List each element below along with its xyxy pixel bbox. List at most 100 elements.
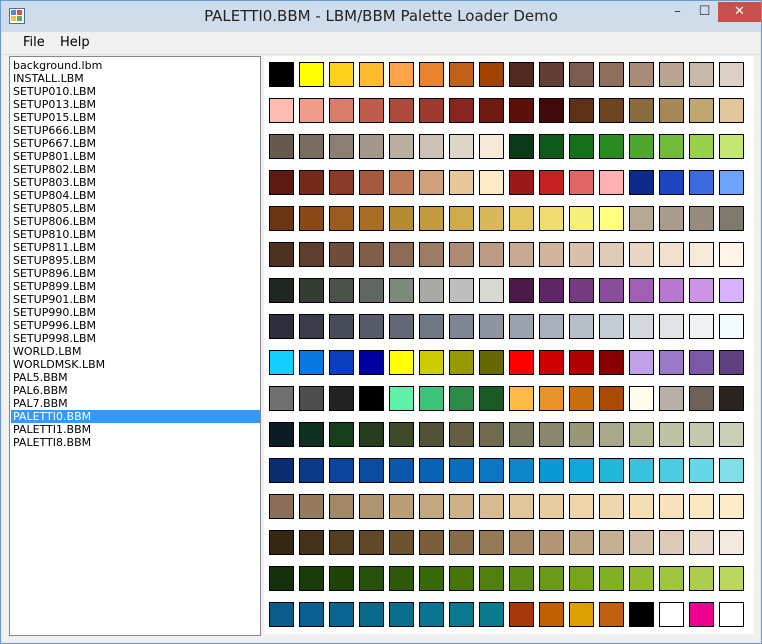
palette-swatch[interactable] [419, 386, 444, 411]
palette-swatch[interactable] [599, 98, 624, 123]
list-item[interactable]: WORLDMSK.LBM [11, 358, 260, 371]
palette-swatch[interactable] [689, 350, 714, 375]
palette-swatch[interactable] [359, 278, 384, 303]
palette-swatch[interactable] [689, 62, 714, 87]
palette-swatch[interactable] [389, 134, 414, 159]
palette-swatch[interactable] [419, 602, 444, 627]
palette-swatch[interactable] [449, 566, 474, 591]
palette-swatch[interactable] [509, 602, 534, 627]
palette-swatch[interactable] [419, 134, 444, 159]
palette-swatch[interactable] [569, 602, 594, 627]
palette-swatch[interactable] [269, 98, 294, 123]
palette-swatch[interactable] [599, 242, 624, 267]
palette-swatch[interactable] [389, 278, 414, 303]
palette-swatch[interactable] [269, 278, 294, 303]
palette-swatch[interactable] [599, 314, 624, 339]
palette-swatch[interactable] [389, 350, 414, 375]
palette-swatch[interactable] [389, 458, 414, 483]
palette-swatch[interactable] [539, 242, 564, 267]
palette-swatch[interactable] [689, 242, 714, 267]
palette-swatch[interactable] [719, 242, 744, 267]
palette-swatch[interactable] [719, 170, 744, 195]
palette-swatch[interactable] [659, 170, 684, 195]
palette-swatch[interactable] [509, 62, 534, 87]
palette-swatch[interactable] [329, 170, 354, 195]
palette-swatch[interactable] [449, 170, 474, 195]
palette-swatch[interactable] [479, 278, 504, 303]
palette-swatch[interactable] [599, 530, 624, 555]
list-item[interactable]: SETUP015.LBM [11, 111, 260, 124]
palette-swatch[interactable] [719, 386, 744, 411]
palette-swatch[interactable] [689, 422, 714, 447]
palette-swatch[interactable] [539, 134, 564, 159]
palette-swatch[interactable] [629, 458, 654, 483]
palette-swatch[interactable] [449, 530, 474, 555]
palette-swatch[interactable] [449, 602, 474, 627]
palette-swatch[interactable] [329, 350, 354, 375]
list-item[interactable]: SETUP667.LBM [11, 137, 260, 150]
palette-swatch[interactable] [659, 566, 684, 591]
palette-swatch[interactable] [719, 206, 744, 231]
palette-swatch[interactable] [389, 314, 414, 339]
palette-swatch[interactable] [449, 134, 474, 159]
palette-swatch[interactable] [629, 62, 654, 87]
palette-swatch[interactable] [599, 170, 624, 195]
palette-swatch[interactable] [509, 134, 534, 159]
palette-swatch[interactable] [659, 422, 684, 447]
palette-swatch[interactable] [659, 602, 684, 627]
palette-swatch[interactable] [569, 314, 594, 339]
palette-swatch[interactable] [539, 494, 564, 519]
list-item[interactable]: WORLD.LBM [11, 345, 260, 358]
palette-swatch[interactable] [269, 206, 294, 231]
palette-swatch[interactable] [599, 602, 624, 627]
palette-swatch[interactable] [359, 602, 384, 627]
palette-swatch[interactable] [449, 386, 474, 411]
palette-swatch[interactable] [359, 494, 384, 519]
palette-swatch[interactable] [329, 422, 354, 447]
palette-swatch[interactable] [449, 350, 474, 375]
palette-swatch[interactable] [359, 350, 384, 375]
palette-swatch[interactable] [299, 278, 324, 303]
palette-swatch[interactable] [419, 494, 444, 519]
palette-swatch[interactable] [659, 494, 684, 519]
palette-swatch[interactable] [689, 458, 714, 483]
palette-swatch[interactable] [449, 494, 474, 519]
palette-swatch[interactable] [629, 314, 654, 339]
close-button[interactable]: ✕ [718, 2, 761, 22]
palette-swatch[interactable] [719, 314, 744, 339]
palette-swatch[interactable] [509, 170, 534, 195]
palette-swatch[interactable] [449, 206, 474, 231]
palette-swatch[interactable] [539, 206, 564, 231]
list-item[interactable]: PALETTI8.BBM [11, 436, 260, 449]
list-item[interactable]: SETUP802.LBM [11, 163, 260, 176]
palette-swatch[interactable] [629, 566, 654, 591]
palette-swatch[interactable] [329, 98, 354, 123]
palette-swatch[interactable] [599, 206, 624, 231]
palette-swatch[interactable] [659, 314, 684, 339]
palette-swatch[interactable] [389, 206, 414, 231]
palette-swatch[interactable] [359, 314, 384, 339]
list-item[interactable]: SETUP010.LBM [11, 85, 260, 98]
palette-swatch[interactable] [479, 98, 504, 123]
list-item[interactable]: SETUP013.LBM [11, 98, 260, 111]
palette-swatch[interactable] [629, 170, 654, 195]
palette-swatch[interactable] [719, 278, 744, 303]
palette-swatch[interactable] [419, 242, 444, 267]
palette-swatch[interactable] [359, 98, 384, 123]
list-item[interactable]: SETUP811.LBM [11, 241, 260, 254]
palette-swatch[interactable] [389, 602, 414, 627]
palette-swatch[interactable] [659, 458, 684, 483]
palette-swatch[interactable] [299, 458, 324, 483]
palette-swatch[interactable] [329, 134, 354, 159]
palette-swatch[interactable] [479, 242, 504, 267]
list-item[interactable]: SETUP810.LBM [11, 228, 260, 241]
palette-swatch[interactable] [539, 458, 564, 483]
list-item[interactable]: PAL7.BBM [11, 397, 260, 410]
palette-swatch[interactable] [419, 170, 444, 195]
palette-swatch[interactable] [509, 350, 534, 375]
palette-swatch[interactable] [419, 566, 444, 591]
palette-swatch[interactable] [509, 242, 534, 267]
palette-swatch[interactable] [449, 278, 474, 303]
palette-swatch[interactable] [299, 530, 324, 555]
palette-swatch[interactable] [299, 62, 324, 87]
